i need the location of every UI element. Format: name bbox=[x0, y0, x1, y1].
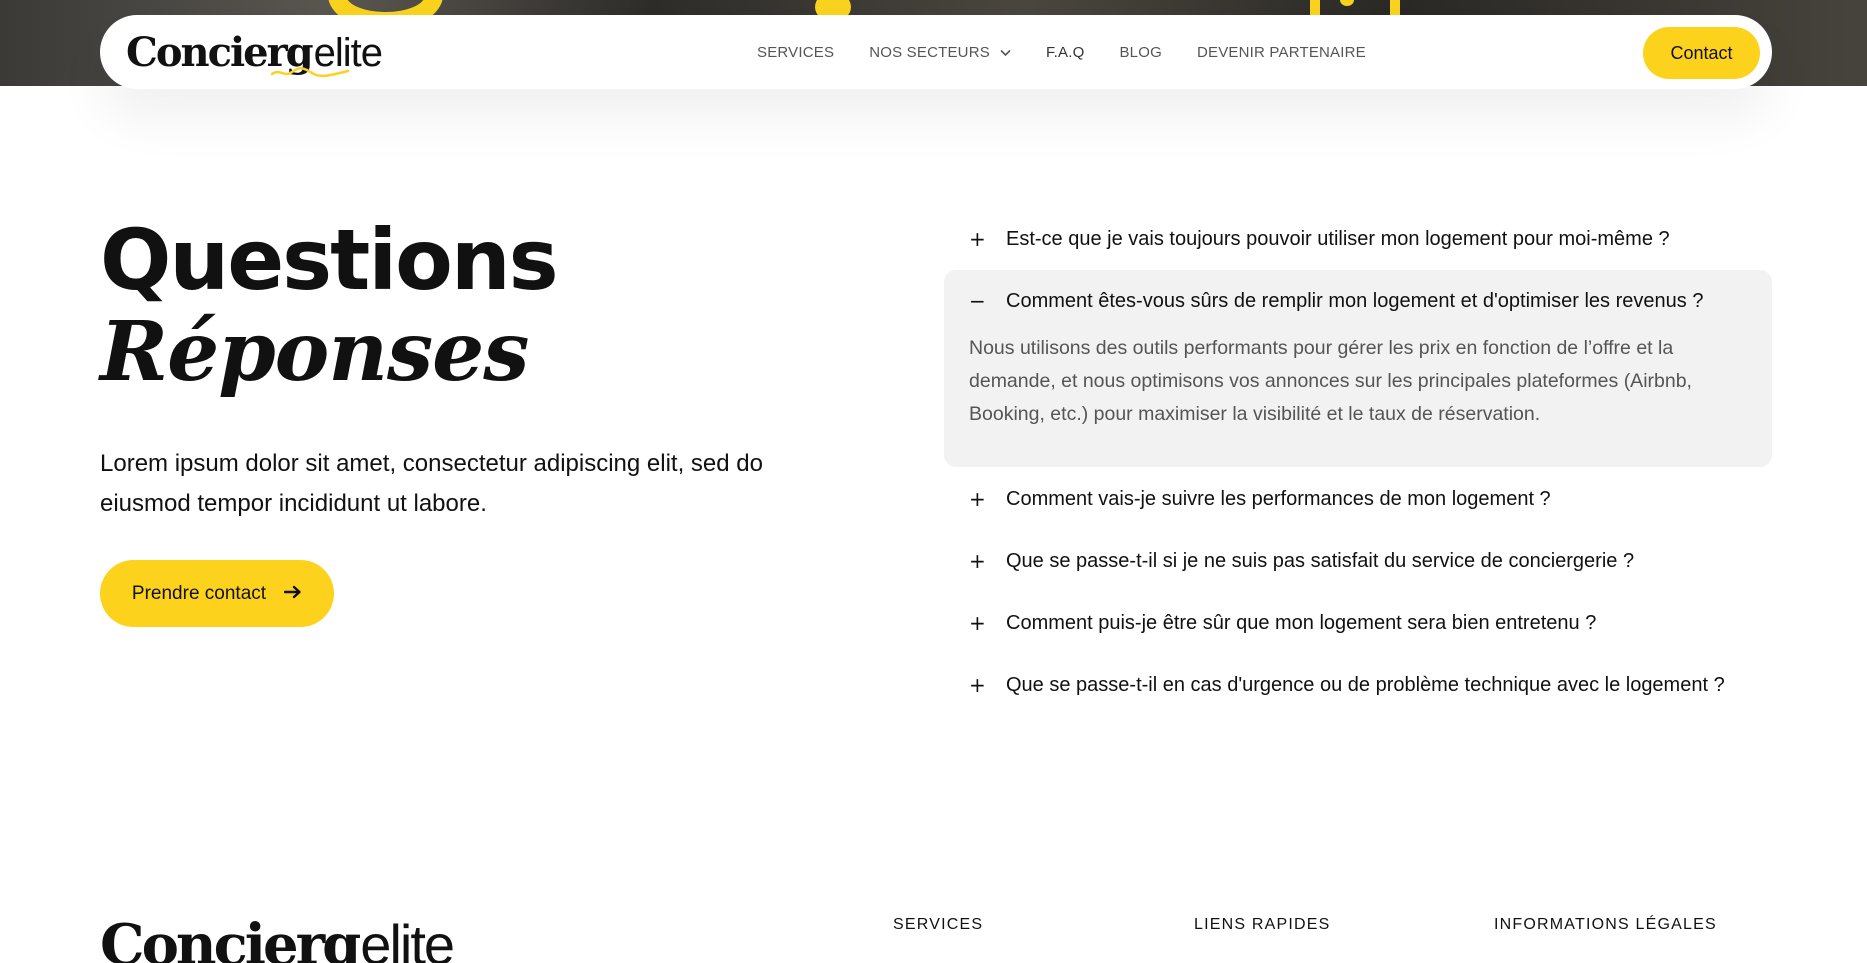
nav-item-faq[interactable]: F.A.Q bbox=[1046, 44, 1085, 61]
faq-question-toggle[interactable]: + Que se passe-t-il si je ne suis pas sa… bbox=[944, 530, 1772, 592]
plus-icon: + bbox=[969, 487, 986, 511]
footer-heading-services: SERVICES bbox=[893, 916, 984, 933]
footer-heading-liens-rapides: LIENS RAPIDES bbox=[1194, 916, 1331, 933]
faq-heading-line2: Réponses bbox=[100, 304, 529, 400]
nav-item-nos-secteurs[interactable]: NOS SECTEURS bbox=[869, 44, 1011, 61]
nav-item-label: DEVENIR PARTENAIRE bbox=[1196, 43, 1366, 61]
faq-item-expanded: − Comment êtes-vous sûrs de remplir mon … bbox=[944, 270, 1772, 467]
footer-logo-part2: elite bbox=[360, 913, 455, 963]
faq-question-toggle[interactable]: + Que se passe-t-il en cas d'urgence ou … bbox=[944, 654, 1772, 716]
footer-logo-part1: Concierg bbox=[100, 912, 361, 963]
faq-question: Comment puis-je être sûr que mon logemen… bbox=[1006, 611, 1597, 634]
faq-question: Que se passe-t-il si je ne suis pas sati… bbox=[1006, 549, 1635, 572]
faq-answer: Nous utilisons des outils performants po… bbox=[969, 337, 1692, 425]
faq-heading: Questions Réponses bbox=[100, 211, 559, 400]
nav-item-blog[interactable]: BLOG bbox=[1119, 44, 1161, 61]
plus-icon: + bbox=[969, 549, 986, 573]
logo-underline-icon bbox=[270, 67, 350, 78]
faq-heading-line1: Questions bbox=[100, 211, 559, 309]
minus-icon: − bbox=[969, 289, 986, 313]
faq-question-toggle[interactable]: + Comment vais-je suivre les performance… bbox=[944, 468, 1772, 530]
prendre-contact-button[interactable]: Prendre contact bbox=[100, 560, 334, 627]
plus-icon: + bbox=[969, 227, 986, 251]
site-header: Concierg elite SERVICES NOS SECTEURS F.A… bbox=[100, 15, 1772, 89]
faq-item: + Est-ce que je vais toujours pouvoir ut… bbox=[944, 208, 1772, 270]
faq-question: Comment êtes-vous sûrs de remplir mon lo… bbox=[1006, 289, 1704, 312]
nav-item-services[interactable]: SERVICES bbox=[757, 44, 834, 61]
hero-decor-bar bbox=[1390, 0, 1400, 16]
plus-icon: + bbox=[969, 673, 986, 697]
faq-accordion: + Est-ce que je vais toujours pouvoir ut… bbox=[944, 208, 1772, 716]
hero-decor-bar bbox=[1310, 0, 1320, 16]
faq-question: Est-ce que je vais toujours pouvoir util… bbox=[1006, 227, 1670, 250]
hero-decor-dot bbox=[1340, 0, 1354, 6]
faq-question: Comment vais-je suivre les performances … bbox=[1006, 487, 1551, 510]
nav-item-label: F.A.Q bbox=[1045, 43, 1085, 61]
main-nav: SERVICES NOS SECTEURS F.A.Q BLOG DEVENIR… bbox=[757, 15, 1366, 89]
cta-label: Prendre contact bbox=[131, 582, 267, 604]
faq-intro-text: Lorem ipsum dolor sit amet, consectetur … bbox=[100, 450, 763, 517]
faq-item: + Que se passe-t-il en cas d'urgence ou … bbox=[944, 654, 1772, 716]
contact-button[interactable]: Contact bbox=[1643, 27, 1760, 79]
footer-heading-informations-legales: INFORMATIONS LÉGALES bbox=[1494, 916, 1717, 933]
faq-question-toggle[interactable]: + Comment puis-je être sûr que mon logem… bbox=[944, 592, 1772, 654]
footer-brand-logo[interactable]: Concierg elite bbox=[100, 912, 455, 963]
nav-item-devenir-partenaire[interactable]: DEVENIR PARTENAIRE bbox=[1197, 44, 1366, 61]
faq-question: Que se passe-t-il en cas d'urgence ou de… bbox=[1006, 673, 1725, 696]
faq-item: + Que se passe-t-il si je ne suis pas sa… bbox=[944, 530, 1772, 592]
faq-item: + Comment vais-je suivre les performance… bbox=[944, 468, 1772, 530]
nav-item-label: SERVICES bbox=[757, 43, 835, 61]
plus-icon: + bbox=[969, 611, 986, 635]
faq-item: + Comment puis-je être sûr que mon logem… bbox=[944, 592, 1772, 654]
chevron-down-icon bbox=[1000, 44, 1011, 61]
nav-item-label: BLOG bbox=[1119, 43, 1162, 61]
faq-question-toggle[interactable]: + Est-ce que je vais toujours pouvoir ut… bbox=[944, 208, 1772, 270]
arrow-right-icon bbox=[283, 583, 302, 605]
nav-item-label: NOS SECTEURS bbox=[869, 43, 990, 61]
faq-question-toggle[interactable]: − Comment êtes-vous sûrs de remplir mon … bbox=[944, 270, 1772, 332]
